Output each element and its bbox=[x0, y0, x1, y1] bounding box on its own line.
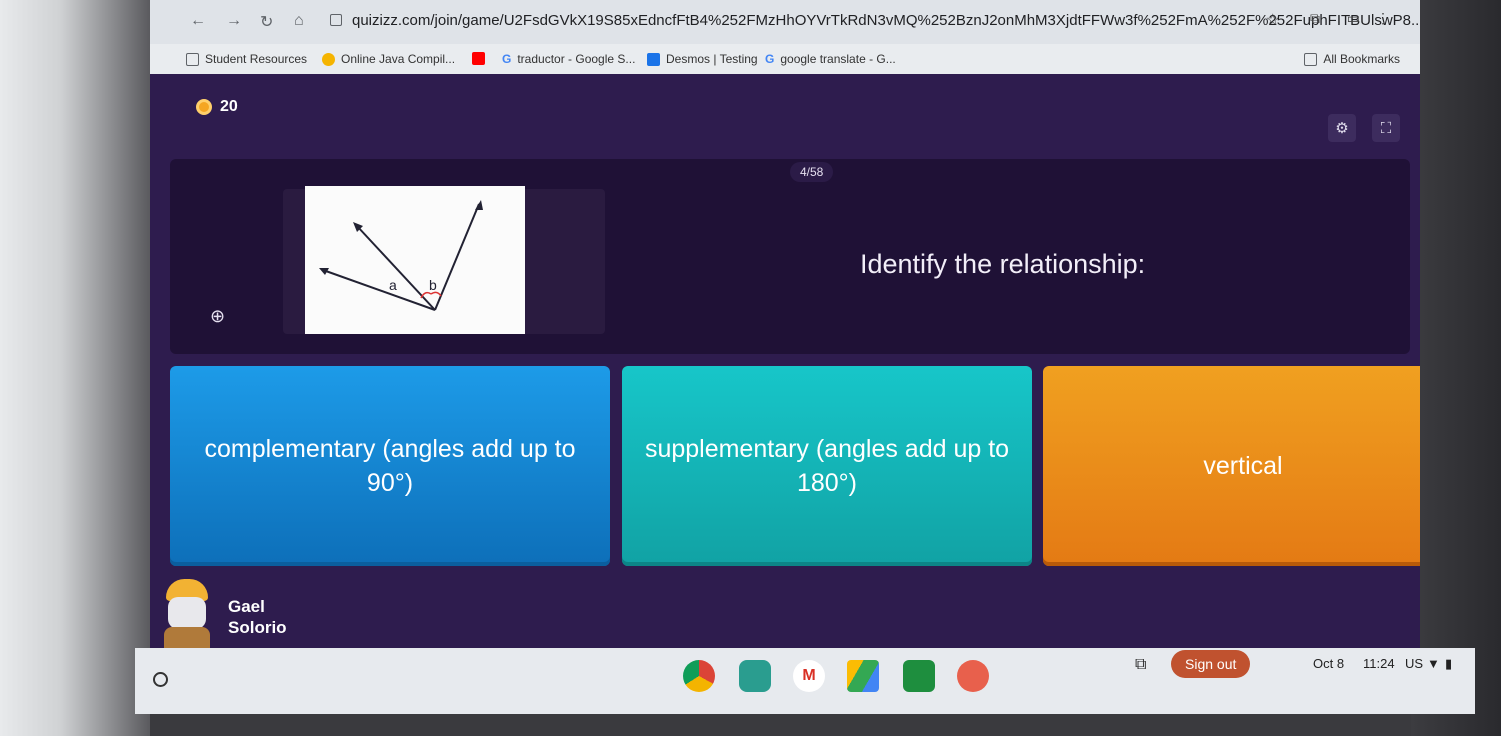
player-card: Gael Solorio bbox=[160, 579, 287, 657]
folder-icon bbox=[1304, 52, 1318, 66]
bookmarks-bar: Student Resources Online Java Compil... … bbox=[150, 44, 1420, 74]
ray-middle bbox=[356, 225, 436, 311]
gmail-icon[interactable]: M bbox=[793, 660, 825, 692]
reload-icon[interactable]: ↻ bbox=[260, 12, 273, 32]
wifi-icon[interactable]: ▼ bbox=[1427, 656, 1440, 671]
drive-icon[interactable] bbox=[847, 660, 879, 692]
extensions-icon[interactable]: ⧉ bbox=[1310, 10, 1320, 27]
score-value: 20 bbox=[220, 98, 238, 115]
bookmark-online-java[interactable]: Online Java Compil... bbox=[322, 52, 455, 66]
browser-toolbar: ← → ↻ ⌂ quizizz.com/join/game/U2FsdGVkX1… bbox=[150, 0, 1420, 44]
classroom-meet-icon[interactable] bbox=[739, 660, 771, 692]
locale-label[interactable]: US bbox=[1405, 656, 1423, 671]
google-icon: G bbox=[765, 52, 775, 66]
option-supplementary[interactable]: supplementary (angles add up to 180°) bbox=[622, 366, 1032, 566]
sign-out-button[interactable]: Sign out bbox=[1171, 650, 1251, 678]
screen-bezel-left bbox=[0, 0, 150, 736]
arrowhead-right bbox=[475, 200, 483, 210]
paint-icon[interactable] bbox=[957, 660, 989, 692]
all-bookmarks[interactable]: All Bookmarks bbox=[1304, 52, 1400, 66]
forward-icon[interactable]: → bbox=[226, 12, 242, 30]
question-counter: 4/58 bbox=[790, 162, 834, 182]
menu-icon[interactable]: ⋮ bbox=[1376, 10, 1390, 27]
back-icon[interactable]: ← bbox=[190, 12, 206, 30]
sun-icon bbox=[322, 52, 335, 66]
bookmark-star-icon[interactable]: ☆ bbox=[1266, 10, 1280, 30]
ray-right bbox=[434, 203, 480, 311]
zoom-in-icon[interactable]: ⊕ bbox=[210, 306, 225, 327]
settings-button[interactable]: ⚙ bbox=[1328, 114, 1356, 142]
launcher-icon[interactable] bbox=[153, 672, 168, 687]
bookmark-student-resources[interactable]: Student Resources bbox=[186, 52, 307, 66]
screen-capture-icon[interactable]: ⧉ bbox=[1135, 656, 1146, 674]
angle-diagram: a b bbox=[319, 200, 483, 311]
url-text: quizizz.com/join/game/U2FsdGVkX19S85xEdn… bbox=[352, 12, 1420, 29]
screen-bezel-right bbox=[1411, 0, 1501, 736]
ray-left bbox=[322, 269, 436, 311]
fullscreen-icon: ⛶ bbox=[1380, 119, 1392, 137]
folder-icon bbox=[186, 52, 199, 66]
chrome-icon[interactable] bbox=[683, 660, 715, 692]
battery-icon[interactable]: ▮ bbox=[1445, 656, 1452, 672]
google-icon: G bbox=[502, 52, 512, 66]
question-image[interactable]: a b bbox=[305, 186, 525, 334]
option-vertical[interactable]: vertical bbox=[1043, 366, 1420, 566]
question-prompt: Identify the relationship: bbox=[860, 249, 1146, 279]
bookmark-youtube[interactable] bbox=[472, 52, 485, 65]
label-b: b bbox=[429, 277, 437, 293]
google-classroom-icon[interactable] bbox=[903, 660, 935, 692]
os-shelf: M ⧉ Sign out Oct 8 11:24 US ▼ ▮ bbox=[135, 648, 1475, 714]
youtube-icon bbox=[472, 52, 485, 65]
site-info-icon[interactable] bbox=[330, 14, 342, 26]
home-icon[interactable]: ⌂ bbox=[294, 12, 304, 30]
date-label[interactable]: Oct 8 bbox=[1313, 656, 1344, 671]
cast-icon[interactable]: ▭ bbox=[1347, 10, 1360, 27]
address-bar[interactable]: quizizz.com/join/game/U2FsdGVkX19S85xEdn… bbox=[330, 12, 1420, 29]
gear-icon: ⚙ bbox=[1335, 120, 1349, 137]
player-name: Gael Solorio bbox=[228, 596, 287, 637]
bookmark-traductor[interactable]: Gtraductor - Google S... bbox=[502, 52, 635, 66]
desmos-icon bbox=[647, 52, 660, 66]
bookmark-desmos[interactable]: Desmos | Testing bbox=[647, 52, 758, 66]
coin-icon bbox=[196, 99, 212, 115]
label-a: a bbox=[389, 277, 397, 293]
option-complementary[interactable]: complementary (angles add up to 90°) bbox=[170, 366, 610, 566]
quiz-page: 20 ⚙ ⛶ 4/58 a b ⊕ Identify the relations… bbox=[150, 74, 1420, 710]
fullscreen-button[interactable]: ⛶ bbox=[1372, 114, 1400, 142]
time-label[interactable]: 11:24 bbox=[1363, 656, 1395, 671]
avatar bbox=[160, 579, 214, 657]
score-display: 20 bbox=[196, 98, 238, 116]
browser-window: ← → ↻ ⌂ quizizz.com/join/game/U2FsdGVkX1… bbox=[150, 0, 1420, 710]
bookmark-google-translate[interactable]: Ggoogle translate - G... bbox=[765, 52, 896, 66]
